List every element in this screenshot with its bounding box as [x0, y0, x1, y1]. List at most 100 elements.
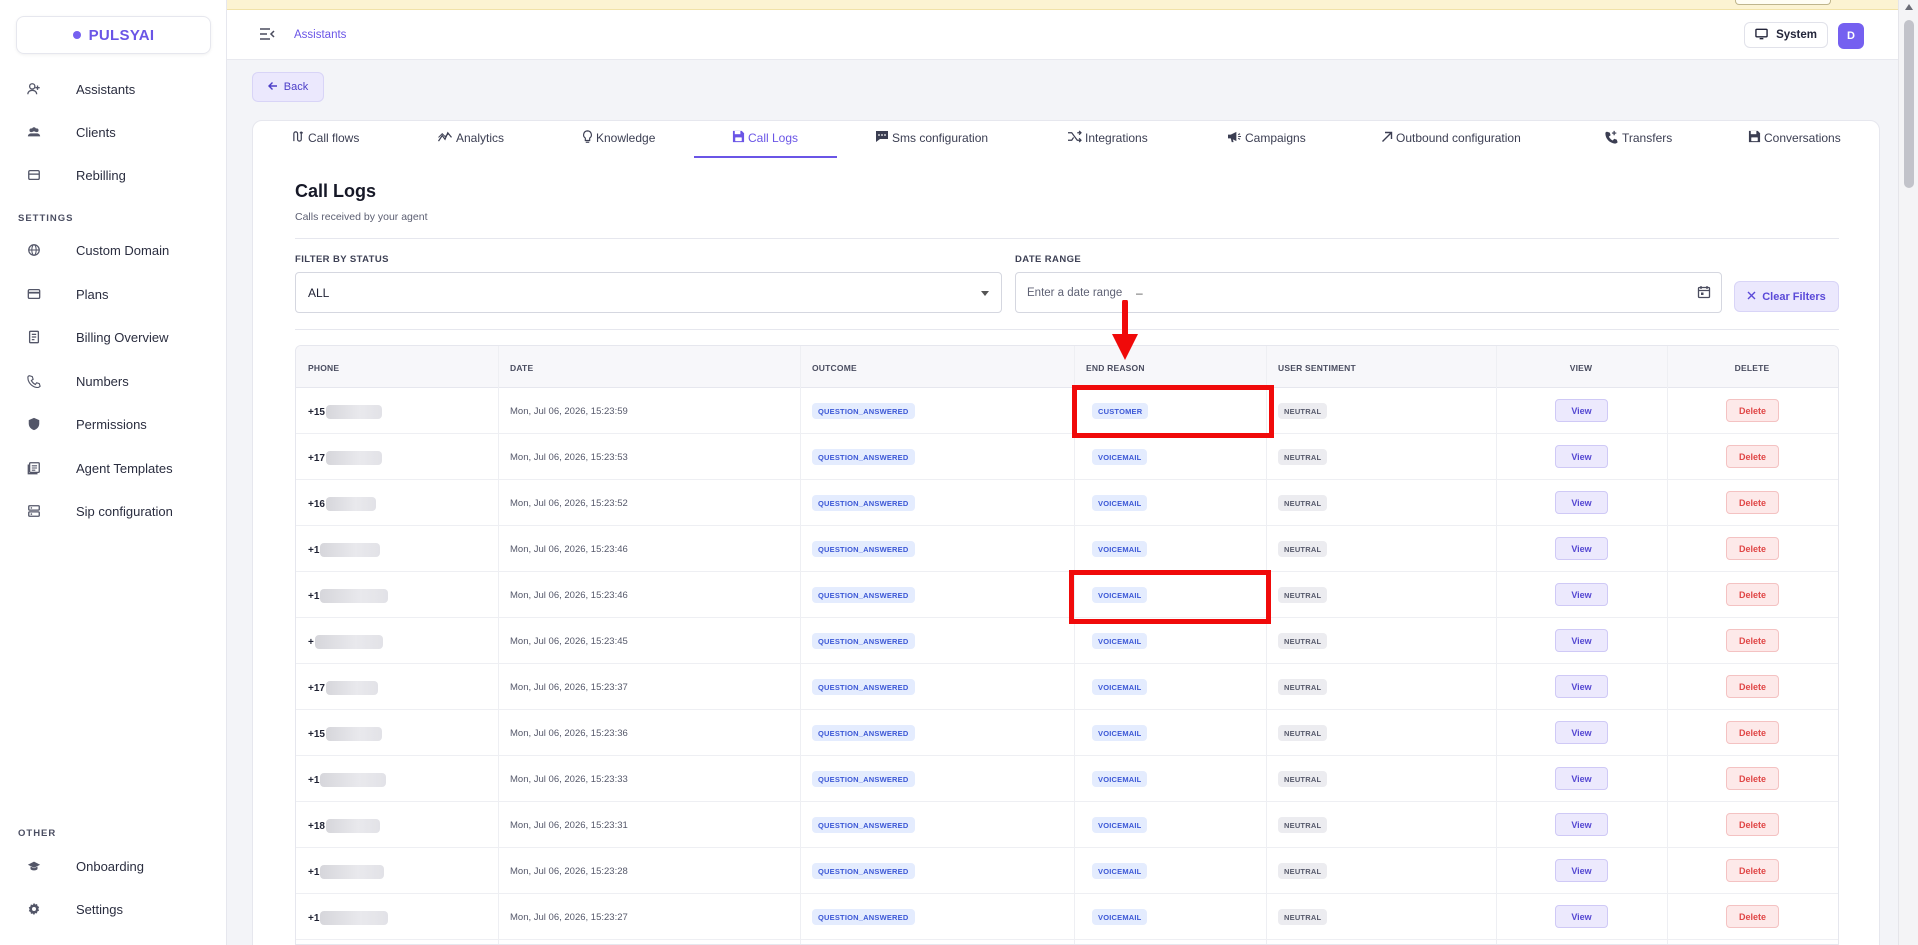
view-button[interactable]: View	[1555, 399, 1608, 422]
view-button[interactable]: View	[1555, 675, 1608, 698]
sidebar-item-label: Sip configuration	[76, 503, 173, 519]
table-row[interactable]: +17 Mon, Jul 06, 2026, 15:23:53 QUESTION_A…	[296, 434, 1838, 480]
analytics-icon	[437, 130, 453, 146]
tab-sms-configuration[interactable]: Sms configuration	[875, 120, 988, 156]
collapse-menu-icon[interactable]	[259, 27, 275, 46]
server-icon	[24, 501, 44, 521]
delete-button[interactable]: Delete	[1726, 629, 1779, 652]
view-button[interactable]: View	[1555, 583, 1608, 606]
scroll-up-icon[interactable]	[1905, 4, 1913, 10]
sentiment-badge: NEUTRAL	[1278, 863, 1328, 879]
phone-number: +1	[308, 912, 320, 924]
sidebar-item-permissions[interactable]: Permissions	[24, 410, 147, 438]
sidebar-item-rebilling[interactable]: Rebilling	[24, 161, 126, 189]
sidebar-item-custom-domain[interactable]: Custom Domain	[24, 236, 169, 264]
sms-icon	[875, 130, 889, 146]
delete-button[interactable]: Delete	[1726, 399, 1779, 422]
tab-label: Call flows	[308, 131, 360, 145]
view-button[interactable]: View	[1555, 537, 1608, 560]
tab-call-flows[interactable]: Call flows	[292, 120, 359, 156]
table-row[interactable]: +15 Mon, Jul 06, 2026, 15:23:36 QUESTION_A…	[296, 710, 1838, 756]
end-reason-badge: VOICEMAIL	[1092, 541, 1148, 557]
app-logo[interactable]: PULSYAI	[16, 16, 211, 54]
scrollbar-thumb[interactable]	[1904, 20, 1914, 188]
sidebar-item-numbers[interactable]: Numbers	[24, 367, 129, 395]
view-button[interactable]: View	[1555, 905, 1608, 928]
sidebar-item-billing-overview[interactable]: Billing Overview	[24, 323, 168, 351]
tab-call-logs[interactable]: Call Logs	[732, 120, 798, 156]
view-button[interactable]: View	[1555, 491, 1608, 514]
phone-number: +15	[308, 728, 325, 740]
sidebar-item-assistants[interactable]: Assistants	[24, 75, 135, 103]
notice-strip-button[interactable]	[1735, 0, 1831, 5]
table-row[interactable]: +15 Mon, Jul 06, 2026, 15:23:59 QUESTION_A…	[296, 388, 1838, 434]
delete-button[interactable]: Delete	[1726, 491, 1779, 514]
tab-analytics[interactable]: Analytics	[437, 120, 504, 156]
logo-text: PULSYAI	[88, 26, 155, 44]
date-cell: Mon, Jul 06, 2026, 15:23:33	[510, 774, 628, 785]
sidebar-item-plans[interactable]: Plans	[24, 280, 109, 308]
back-button[interactable]: Back	[252, 72, 324, 102]
view-button[interactable]: View	[1555, 767, 1608, 790]
sidebar-item-settings[interactable]: Settings	[24, 895, 123, 923]
table-row[interactable]: +1 Mon, Jul 06, 2026, 15:23:46 QUESTION_AN…	[296, 572, 1838, 618]
delete-button[interactable]: Delete	[1726, 905, 1779, 928]
table-row[interactable]: +16 Mon, Jul 06, 2026, 15:23:52 QUESTION_A…	[296, 480, 1838, 526]
tab-integrations[interactable]: Integrations	[1067, 120, 1148, 156]
sidebar-item-sip-configuration[interactable]: Sip configuration	[24, 497, 173, 525]
user-plus-icon	[24, 79, 44, 99]
view-button[interactable]: View	[1555, 721, 1608, 744]
clear-filters-button[interactable]: Clear Filters	[1734, 281, 1839, 312]
tab-outbound-configuration[interactable]: Outbound configuration	[1381, 120, 1521, 156]
tab-knowledge[interactable]: Knowledge	[582, 120, 655, 156]
delete-button[interactable]: Delete	[1726, 445, 1779, 468]
phone-cell: +1	[308, 773, 387, 787]
red-arrow-icon	[1112, 300, 1138, 360]
status-filter-label: FILTER BY STATUS	[295, 254, 389, 265]
end-reason-badge: VOICEMAIL	[1092, 449, 1148, 465]
delete-button[interactable]: Delete	[1726, 767, 1779, 790]
template-icon	[24, 458, 44, 478]
delete-button[interactable]: Delete	[1726, 537, 1779, 560]
sidebar-item-label: Rebilling	[76, 167, 126, 183]
status-filter-select[interactable]: ALL	[295, 272, 1002, 313]
sidebar-item-agent-templates[interactable]: Agent Templates	[24, 454, 173, 482]
table-row[interactable]: + Mon, Jul 06, 2026, 15:23:45 QUESTION_ANS…	[296, 618, 1838, 664]
phone-number: +15	[308, 406, 325, 418]
theme-system-button[interactable]: System	[1744, 22, 1828, 48]
sentiment-badge: NEUTRAL	[1278, 909, 1328, 925]
delete-button[interactable]: Delete	[1726, 721, 1779, 744]
tab-transfers[interactable]: Transfers	[1604, 120, 1672, 156]
delete-button[interactable]: Delete	[1726, 675, 1779, 698]
sidebar-item-clients[interactable]: Clients	[24, 118, 116, 146]
view-button[interactable]: View	[1555, 445, 1608, 468]
tab-conversations[interactable]: Conversations	[1748, 120, 1841, 156]
delete-button[interactable]: Delete	[1726, 813, 1779, 836]
page-scrollbar[interactable]	[1898, 0, 1918, 945]
table-row[interactable]: +17 Mon, Jul 06, 2026, 15:23:37 QUESTION_A…	[296, 664, 1838, 710]
table-row[interactable]: +1 Mon, Jul 06, 2026, 15:23:46 QUESTION_AN…	[296, 526, 1838, 572]
outcome-badge: QUESTION_ANSWERED	[812, 863, 915, 879]
view-button[interactable]: View	[1555, 859, 1608, 882]
tab-campaigns[interactable]: Campaigns	[1227, 120, 1306, 156]
flow-icon	[292, 130, 305, 146]
sidebar-item-label: Custom Domain	[76, 242, 170, 258]
calendar-icon[interactable]	[1697, 285, 1711, 304]
table-row[interactable]: +1 Mon, Jul 06, 2026, 15:23:33 QUESTION_AN…	[296, 756, 1838, 802]
table-row[interactable]: +1 Mon, Jul 06, 2026, 15:23:27 QUESTION_AN…	[296, 894, 1838, 940]
table-row[interactable]: +1 Mon, Jul 06, 2026, 15:23:28 QUESTION_AN…	[296, 848, 1838, 894]
avatar[interactable]: D	[1838, 23, 1864, 49]
table-row[interactable]: +18 Mon, Jul 06, 2026, 15:23:31 QUESTION_A…	[296, 802, 1838, 848]
phone-number: +16	[308, 498, 325, 510]
sidebar: PULSYAI Assistants Clients Rebilling SET…	[0, 0, 227, 945]
active-tab-indicator	[694, 156, 837, 158]
view-button[interactable]: View	[1555, 629, 1608, 652]
view-button[interactable]: View	[1555, 813, 1608, 836]
delete-button[interactable]: Delete	[1726, 583, 1779, 606]
other-section-heading: OTHER	[18, 828, 57, 839]
delete-button[interactable]: Delete	[1726, 859, 1779, 882]
column-header: DELETE	[1734, 363, 1770, 373]
call-logs-table: PHONE DATE OUTCOME END REASON USER SENTI…	[295, 345, 1839, 945]
breadcrumb[interactable]: Assistants	[294, 29, 346, 41]
sidebar-item-onboarding[interactable]: Onboarding	[24, 852, 144, 880]
